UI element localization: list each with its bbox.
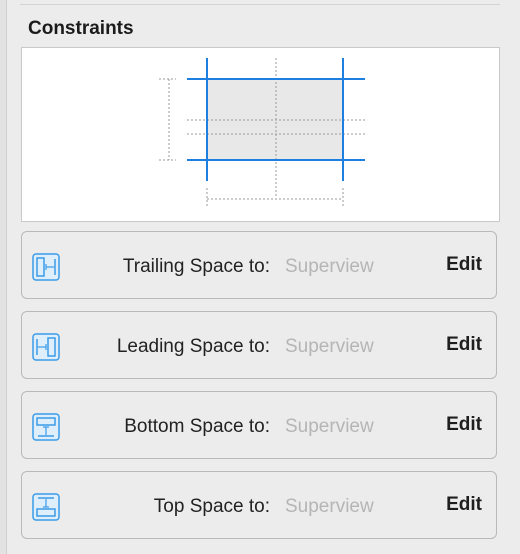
trailing-space-icon	[32, 253, 60, 281]
section-title: Constraints	[28, 18, 134, 39]
constraint-label: Bottom Space to:	[124, 416, 270, 437]
constraint-target: Superview	[285, 496, 374, 517]
constraint-label: Trailing Space to:	[122, 256, 270, 277]
constraint-row-trailing: Trailing Space to: Superview Edit	[21, 231, 497, 299]
constraints-preview	[21, 47, 500, 222]
constraint-row-leading: Leading Space to: Superview Edit	[21, 311, 497, 379]
constraint-row-bottom: Bottom Space to: Superview Edit	[21, 391, 497, 459]
constraint-target: Superview	[285, 336, 374, 357]
constraints-diagram	[159, 58, 365, 208]
edit-button[interactable]: Edit	[446, 254, 482, 276]
constraint-target: Superview	[285, 256, 374, 277]
panel-edge	[0, 0, 7, 554]
constraint-label: Top Space to:	[153, 496, 270, 517]
top-space-icon	[32, 493, 60, 521]
edit-button[interactable]: Edit	[446, 494, 482, 516]
constraint-row-top: Top Space to: Superview Edit	[21, 471, 497, 539]
edit-button[interactable]: Edit	[446, 334, 482, 356]
leading-space-icon	[32, 333, 60, 361]
constraint-label: Leading Space to:	[116, 336, 270, 357]
top-divider	[20, 0, 500, 5]
bottom-space-icon	[32, 413, 60, 441]
constraint-target: Superview	[285, 416, 374, 437]
edit-button[interactable]: Edit	[446, 414, 482, 436]
